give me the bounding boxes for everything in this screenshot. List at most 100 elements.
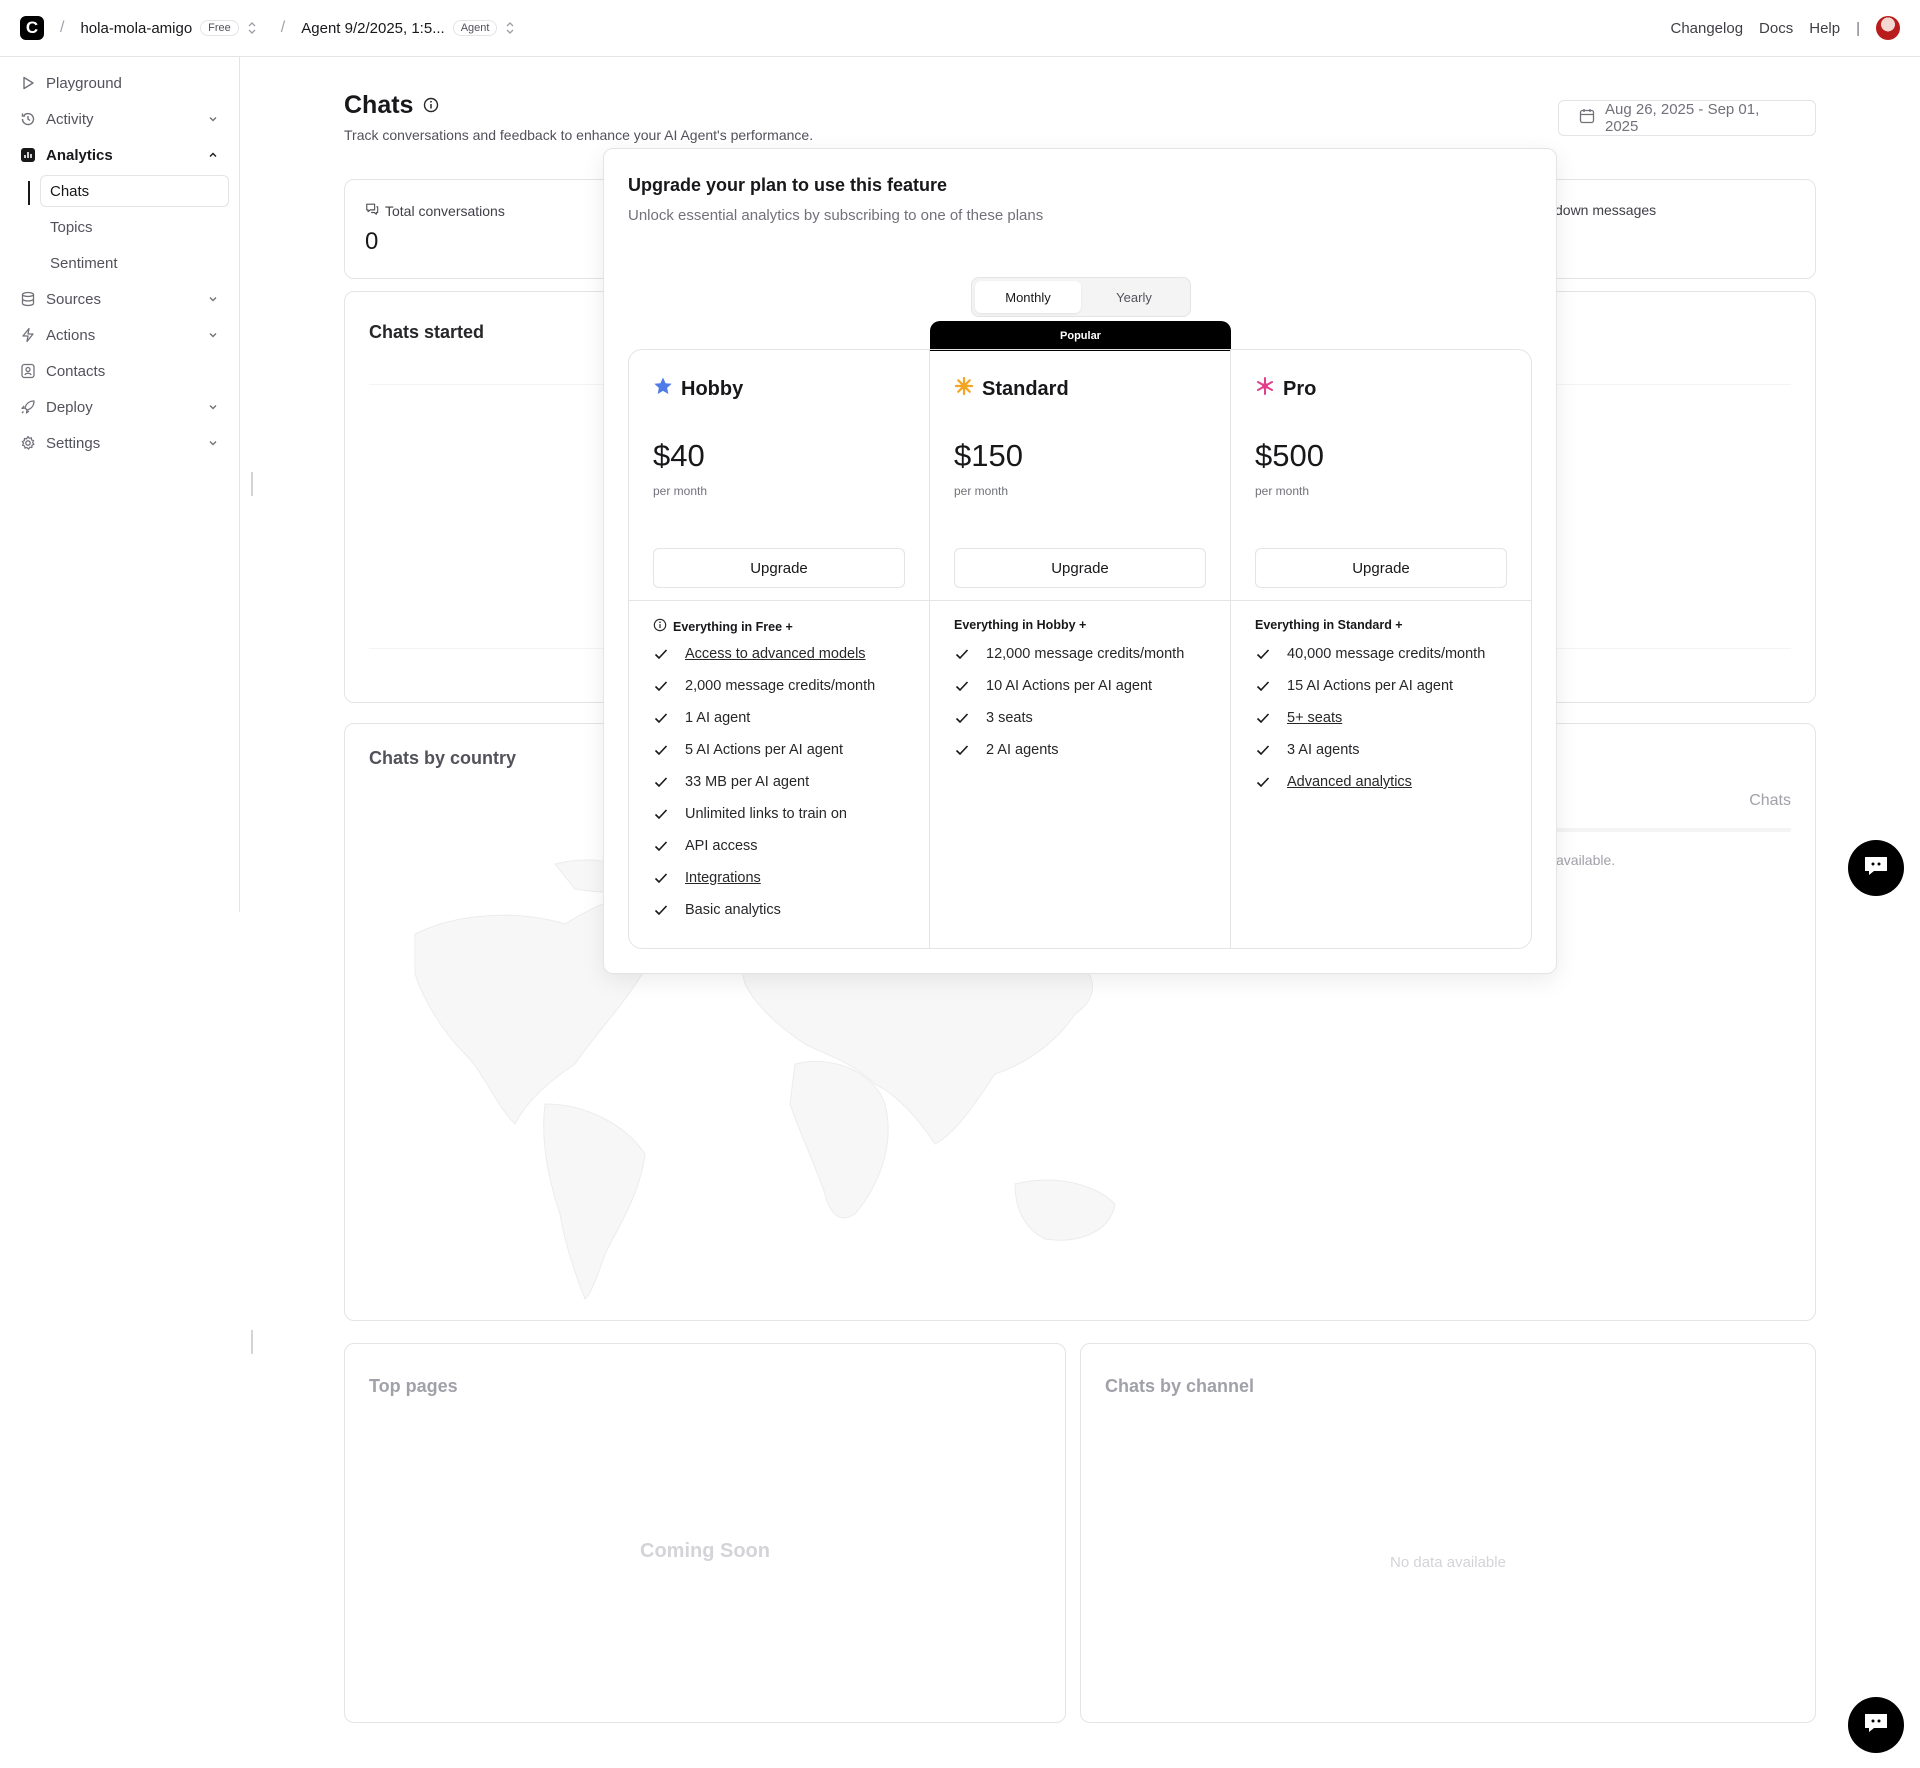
agent-name[interactable]: Agent 9/2/2025, 1:5... bbox=[301, 20, 444, 37]
sidebar-subitem-topics[interactable]: Topics bbox=[28, 209, 239, 245]
check-icon bbox=[954, 678, 970, 694]
chats-started-title: Chats started bbox=[369, 322, 485, 342]
chat-widget-button[interactable] bbox=[1848, 840, 1904, 896]
feature-item: 3 AI agents bbox=[1255, 734, 1485, 766]
feature-text: Basic analytics bbox=[685, 902, 781, 918]
check-icon bbox=[653, 902, 669, 918]
feature-item: 1 AI agent bbox=[653, 702, 875, 734]
check-icon bbox=[1255, 710, 1271, 726]
coming-soon-text: Coming Soon bbox=[640, 1540, 770, 1562]
check-icon bbox=[1255, 678, 1271, 694]
plan-divider bbox=[1231, 600, 1531, 601]
feature-item: 3 seats bbox=[954, 702, 1184, 734]
feature-text: 3 AI agents bbox=[1287, 742, 1360, 758]
sidebar-item-label: Actions bbox=[46, 326, 96, 344]
feature-item: 40,000 message credits/month bbox=[1255, 638, 1485, 670]
chats-by-channel-card: Chats by channel No data available bbox=[1080, 1343, 1816, 1723]
page-title-text: Chats bbox=[344, 91, 414, 119]
chevron-down-icon bbox=[207, 113, 219, 125]
changelog-link[interactable]: Changelog bbox=[1670, 20, 1743, 37]
sidebar-item-label: Settings bbox=[46, 434, 101, 452]
info-icon[interactable] bbox=[423, 91, 439, 120]
check-icon bbox=[653, 646, 669, 662]
sidebar-item-sources[interactable]: Sources bbox=[0, 281, 239, 317]
plan-name-text: Hobby bbox=[681, 377, 744, 400]
gear-icon bbox=[20, 435, 36, 451]
sidebar-subitem-chats[interactable]: Chats bbox=[40, 175, 229, 207]
plan-divider bbox=[930, 600, 1230, 601]
feature-link[interactable]: Integrations bbox=[685, 870, 761, 886]
plan-intro: Everything in Free + bbox=[653, 618, 793, 635]
check-icon bbox=[1255, 646, 1271, 662]
sidebar-resize-handle[interactable] bbox=[251, 472, 253, 496]
help-link[interactable]: Help bbox=[1809, 20, 1840, 37]
feature-text: 15 AI Actions per AI agent bbox=[1287, 678, 1454, 694]
plan-period: per month bbox=[1255, 484, 1310, 498]
feature-text: 2,000 message credits/month bbox=[685, 678, 876, 694]
feature-item: 15 AI Actions per AI agent bbox=[1255, 670, 1485, 702]
feature-list: Access to advanced models 2,000 message … bbox=[653, 638, 875, 926]
popular-badge: Popular bbox=[930, 321, 1231, 351]
sidebar-item-contacts[interactable]: Contacts bbox=[0, 353, 239, 389]
sidebar-item-playground[interactable]: Playground bbox=[0, 65, 239, 101]
plan-price: $500 bbox=[1255, 438, 1324, 473]
info-icon[interactable] bbox=[653, 618, 667, 635]
upgrade-pro-button[interactable]: Upgrade bbox=[1255, 548, 1507, 588]
sidebar-item-actions[interactable]: Actions bbox=[0, 317, 239, 353]
sidebar-item-analytics[interactable]: Analytics bbox=[0, 137, 239, 173]
docs-link[interactable]: Docs bbox=[1759, 20, 1793, 37]
chevron-down-icon bbox=[207, 401, 219, 413]
date-range-picker[interactable]: Aug 26, 2025 - Sep 01, 2025 bbox=[1558, 100, 1816, 136]
database-icon bbox=[20, 291, 36, 307]
history-icon bbox=[20, 111, 36, 127]
check-icon bbox=[653, 870, 669, 886]
stat-label-text: Total conversations bbox=[385, 202, 505, 219]
chevron-down-icon bbox=[207, 293, 219, 305]
feature-text: API access bbox=[685, 838, 758, 854]
sidebar-item-activity[interactable]: Activity bbox=[0, 101, 239, 137]
user-avatar[interactable] bbox=[1876, 16, 1900, 40]
upgrade-hobby-button[interactable]: Upgrade bbox=[653, 548, 905, 588]
no-data-text: No data available bbox=[1390, 1554, 1506, 1571]
feature-item: 5+ seats bbox=[1255, 702, 1485, 734]
sun-icon bbox=[954, 376, 974, 402]
panel-resize-handle[interactable] bbox=[251, 1330, 253, 1354]
top-bar: C / hola-mola-amigo Free / Agent 9/2/202… bbox=[0, 0, 1920, 57]
topbar-separator: | bbox=[1856, 19, 1860, 37]
feature-item: 2 AI agents bbox=[954, 734, 1184, 766]
plan-period: per month bbox=[653, 484, 708, 498]
feature-item: Basic analytics bbox=[653, 894, 875, 926]
feature-text: Unlimited links to train on bbox=[685, 806, 847, 822]
chat-bubble-icon bbox=[1862, 854, 1890, 882]
sidebar-item-settings[interactable]: Settings bbox=[0, 425, 239, 461]
feature-link[interactable]: Advanced analytics bbox=[1287, 774, 1412, 790]
chat-widget-button[interactable] bbox=[1848, 1697, 1904, 1753]
chevron-down-icon bbox=[207, 329, 219, 341]
feature-link[interactable]: 5+ seats bbox=[1287, 710, 1342, 726]
feature-text: 3 seats bbox=[986, 710, 1033, 726]
plan-intro: Everything in Hobby + bbox=[954, 618, 1087, 632]
workspace-switcher-icon[interactable] bbox=[247, 21, 257, 35]
sidebar-item-deploy[interactable]: Deploy bbox=[0, 389, 239, 425]
feature-item: 10 AI Actions per AI agent bbox=[954, 670, 1184, 702]
upgrade-popup-title: Upgrade your plan to use this feature bbox=[628, 175, 948, 195]
check-icon bbox=[653, 774, 669, 790]
workspace-name[interactable]: hola-mola-amigo bbox=[80, 20, 192, 37]
check-icon bbox=[954, 710, 970, 726]
app-logo[interactable]: C bbox=[20, 16, 44, 40]
agent-switcher-icon[interactable] bbox=[505, 21, 515, 35]
upgrade-plan-popup: Upgrade your plan to use this feature Un… bbox=[603, 148, 1557, 974]
plan-intro: Everything in Standard + bbox=[1255, 618, 1403, 632]
yearly-tab[interactable]: Yearly bbox=[1081, 281, 1187, 313]
feature-item: 2,000 message credits/month bbox=[653, 670, 875, 702]
play-icon bbox=[20, 75, 36, 91]
agent-badge: Agent bbox=[452, 20, 498, 36]
feature-item: API access bbox=[653, 830, 875, 862]
feature-link[interactable]: Access to advanced models bbox=[685, 646, 866, 662]
monthly-tab[interactable]: Monthly bbox=[975, 281, 1081, 313]
plan-card-pro: Pro $500 per month Upgrade Everything in… bbox=[1231, 350, 1531, 948]
sidebar-subitem-sentiment[interactable]: Sentiment bbox=[28, 245, 239, 281]
upgrade-standard-button[interactable]: Upgrade bbox=[954, 548, 1206, 588]
plan-name-text: Pro bbox=[1283, 377, 1317, 400]
country-bar bbox=[1549, 828, 1791, 832]
